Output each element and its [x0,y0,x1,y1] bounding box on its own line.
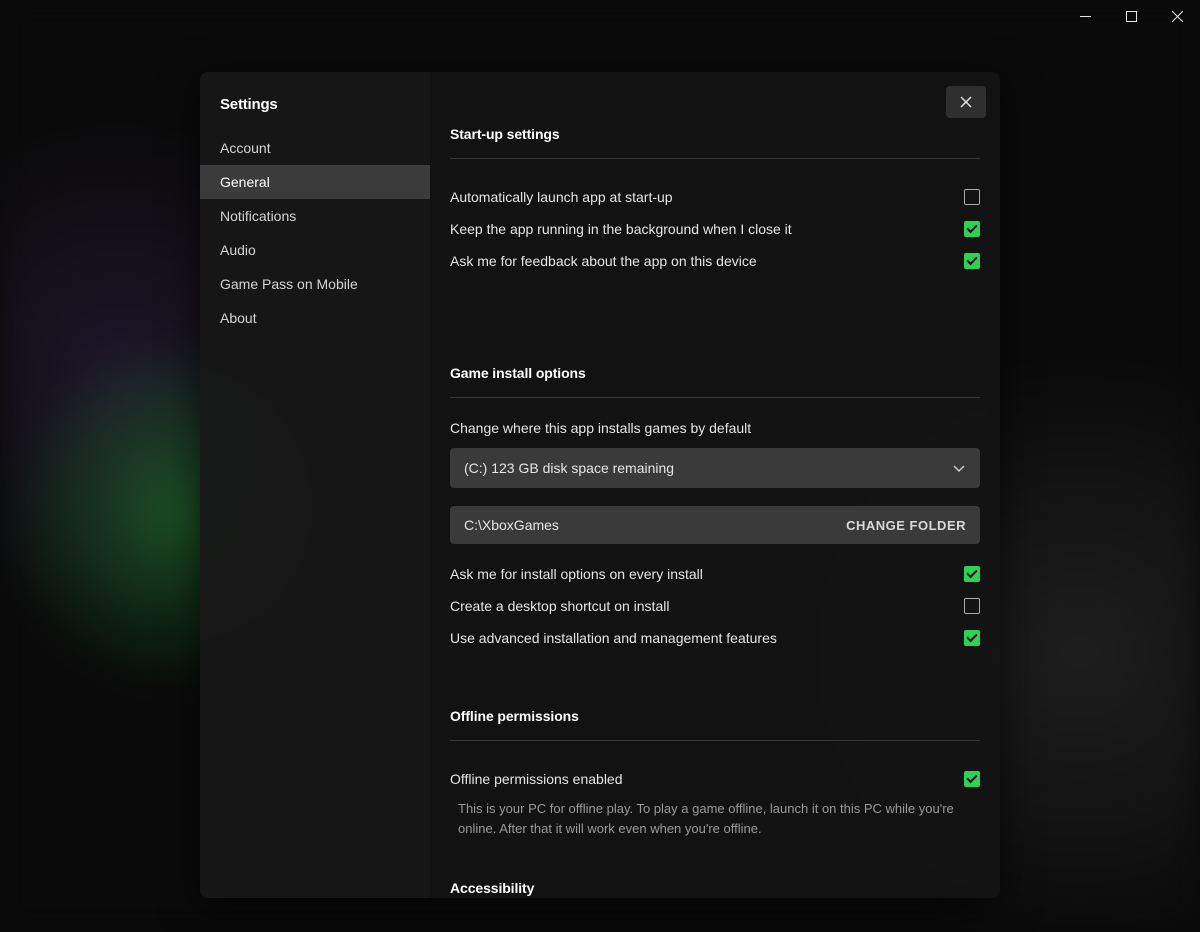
folder-path: C:\XboxGames [464,517,559,533]
checkbox[interactable] [964,221,980,237]
setting-label: Keep the app running in the background w… [450,221,952,237]
section-startup: Start-up settings Automatically launch a… [450,126,980,277]
minimize-icon [1080,11,1091,22]
checkbox[interactable] [964,630,980,646]
maximize-button[interactable] [1108,0,1154,32]
change-folder-button[interactable]: CHANGE FOLDER [846,518,966,533]
setting-row-offline-enabled[interactable]: Offline permissions enabled [450,763,980,795]
chevron-down-icon [952,461,966,475]
setting-row-ask-install[interactable]: Ask me for install options on every inst… [450,558,980,590]
sidebar-item-about[interactable]: About [200,301,430,335]
drive-value: (C:) 123 GB disk space remaining [464,460,674,476]
setting-row-advanced-install[interactable]: Use advanced installation and management… [450,622,980,654]
close-icon [960,96,972,108]
folder-path-row: C:\XboxGames CHANGE FOLDER [450,506,980,544]
drive-label: Change where this app installs games by … [450,420,980,436]
setting-label: Create a desktop shortcut on install [450,598,952,614]
window-close-button[interactable] [1154,0,1200,32]
modal-close-button[interactable] [946,86,986,118]
section-title: Accessibility [450,880,980,896]
setting-row-feedback[interactable]: Ask me for feedback about the app on thi… [450,245,980,277]
setting-row-auto-launch[interactable]: Automatically launch app at start-up [450,181,980,213]
setting-label: Ask me for install options on every inst… [450,566,952,582]
close-icon [1172,11,1183,22]
setting-row-keep-running[interactable]: Keep the app running in the background w… [450,213,980,245]
divider [450,397,980,398]
setting-label: Use advanced installation and management… [450,630,952,646]
setting-label: Offline permissions enabled [450,771,952,787]
setting-label: Ask me for feedback about the app on thi… [450,253,952,269]
drive-dropdown[interactable]: (C:) 123 GB disk space remaining [450,448,980,488]
section-title: Offline permissions [450,708,980,724]
section-accessibility: Accessibility [450,880,980,898]
checkbox[interactable] [964,771,980,787]
section-offline: Offline permissions Offline permissions … [450,708,980,838]
maximize-icon [1126,11,1137,22]
sidebar-title: Settings [200,72,430,131]
window-titlebar [1062,0,1200,32]
settings-content[interactable]: Start-up settings Automatically launch a… [430,72,1000,898]
setting-row-desktop-shortcut[interactable]: Create a desktop shortcut on install [450,590,980,622]
checkbox[interactable] [964,189,980,205]
settings-modal: Settings Account General Notifications A… [200,72,1000,898]
checkbox[interactable] [964,566,980,582]
sidebar-item-general[interactable]: General [200,165,430,199]
divider [450,158,980,159]
checkbox[interactable] [964,253,980,269]
settings-sidebar: Settings Account General Notifications A… [200,72,430,898]
sidebar-item-game-pass-mobile[interactable]: Game Pass on Mobile [200,267,430,301]
checkbox[interactable] [964,598,980,614]
section-install: Game install options Change where this a… [450,365,980,654]
setting-label: Automatically launch app at start-up [450,189,952,205]
sidebar-item-audio[interactable]: Audio [200,233,430,267]
sidebar-item-notifications[interactable]: Notifications [200,199,430,233]
section-title: Game install options [450,365,980,381]
offline-description: This is your PC for offline play. To pla… [450,795,980,838]
minimize-button[interactable] [1062,0,1108,32]
sidebar-item-account[interactable]: Account [200,131,430,165]
divider [450,740,980,741]
section-title: Start-up settings [450,126,980,142]
